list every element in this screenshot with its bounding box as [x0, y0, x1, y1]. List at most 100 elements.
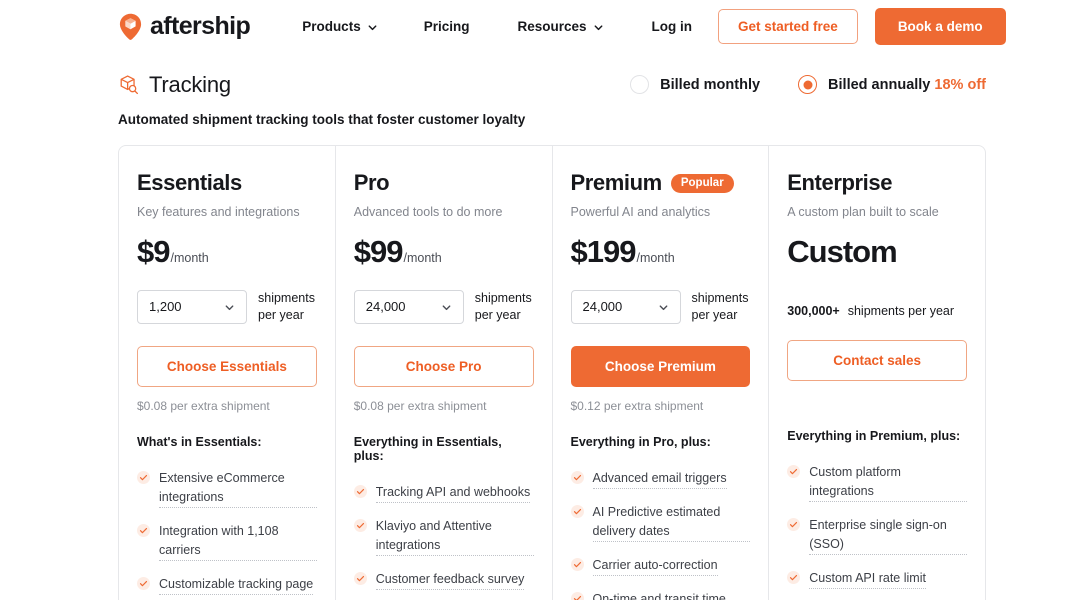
- feature-label: Carrier auto-correction: [592, 556, 718, 576]
- choose-plan-button-pro[interactable]: Choose Pro: [353, 345, 534, 387]
- features-heading: Everything in Essentials, plus:: [353, 434, 502, 463]
- list-item: Klaviyo and Attentive integrations: [353, 517, 534, 556]
- page-header: Tracking Automated shipment tracking too…: [0, 52, 1080, 127]
- feature-label: Integration with 1,108 carriers: [159, 522, 317, 561]
- extra-shipment-price: [787, 393, 967, 408]
- login-link[interactable]: Log in: [626, 19, 719, 34]
- check-icon: [570, 470, 584, 484]
- check-icon: [570, 591, 584, 600]
- plan-card-premium: Premium Popular Powerful AI and analytic…: [553, 146, 770, 600]
- get-started-free-button[interactable]: Get started free: [718, 8, 858, 44]
- plan-description: Key features and integrations: [137, 205, 300, 219]
- plan-price-row: $99 /month: [353, 234, 534, 269]
- plan-price: Custom: [787, 234, 897, 269]
- plan-name: Pro: [353, 170, 390, 195]
- billing-option-monthly[interactable]: Billed monthly: [630, 75, 760, 94]
- feature-label: Customizable tracking page: [159, 575, 314, 595]
- check-icon: [787, 464, 801, 478]
- shipments-volume-note: shipments per year: [474, 291, 532, 322]
- primary-nav: Products Pricing Resources: [278, 19, 625, 34]
- choose-plan-button-premium[interactable]: Choose Premium: [570, 345, 751, 387]
- shipments-volume-note: shipments per year: [691, 291, 749, 322]
- aftership-pin-box-logo-icon: [118, 13, 143, 40]
- feature-label: Custom platform integrations: [809, 463, 967, 502]
- chevron-down-icon: [367, 21, 377, 30]
- feature-label: Custom API rate limit: [809, 569, 926, 589]
- plan-card-pro: Pro Advanced tools to do more $99 /month…: [336, 146, 553, 600]
- plan-price-row: Custom: [787, 234, 967, 269]
- extra-shipment-price: $0.12 per extra shipment: [570, 398, 704, 413]
- feature-label: Advanced email triggers: [592, 469, 727, 489]
- billing-discount-badge: 18% off: [934, 76, 986, 93]
- nav-item-resources-label: Resources: [517, 18, 587, 34]
- nav-item-pricing[interactable]: Pricing: [400, 19, 494, 34]
- shipments-volume-select[interactable]: 1,200: [137, 289, 247, 324]
- brand-logo[interactable]: aftership: [118, 13, 251, 40]
- plan-price-row: $9 /month: [137, 235, 317, 269]
- plan-header: Premium Popular: [571, 170, 751, 196]
- radio-monthly-icon[interactable]: [630, 75, 650, 94]
- plan-name: Essentials: [137, 170, 242, 195]
- plan-header: Enterprise: [787, 170, 967, 196]
- list-item: Carrier auto-correction: [570, 556, 751, 576]
- plan-volume-row: 1,200 shipments per year: [137, 289, 317, 324]
- check-icon: [787, 570, 801, 584]
- nav-item-resources[interactable]: Resources: [493, 19, 625, 34]
- check-icon: [787, 517, 801, 531]
- check-icon: [353, 518, 367, 532]
- status-badge-popular: Popular: [670, 173, 734, 193]
- list-item: Custom platform integrations: [787, 463, 967, 502]
- nav-item-pricing-label: Pricing: [423, 18, 470, 34]
- shipments-volume-select[interactable]: 24,000: [570, 289, 681, 324]
- plan-price-row: $199 /month: [571, 235, 751, 269]
- package-tracking-icon: [118, 74, 140, 96]
- shipments-volume-value: 24,000: [582, 299, 623, 315]
- list-item: Extensive eCommerce integrations: [137, 469, 317, 508]
- check-icon: [570, 504, 584, 518]
- list-item: AI Predictive estimated delivery dates: [570, 503, 751, 542]
- top-navbar: aftership Products Pricing Resources Log…: [0, 0, 1080, 52]
- plan-name: Enterprise: [787, 170, 893, 195]
- feature-label: Customer feedback survey: [375, 570, 525, 590]
- chevron-down-icon: [441, 301, 452, 312]
- features-heading: Everything in Pro, plus:: [570, 434, 711, 449]
- features-list: Tracking API and webhooks Klaviyo and At…: [353, 483, 534, 600]
- chevron-down-icon: [224, 301, 235, 312]
- radio-annually-icon[interactable]: [798, 75, 818, 94]
- check-icon: [137, 576, 150, 590]
- plan-volume-row: 24,000 shipments per year: [570, 289, 751, 324]
- enterprise-volume-value: 300,000+: [787, 303, 840, 318]
- pricing-plans-table: Essentials Key features and integrations…: [118, 145, 986, 600]
- extra-shipment-price: $0.08 per extra shipment: [353, 398, 487, 413]
- check-icon: [137, 523, 150, 537]
- choose-plan-button-essentials[interactable]: Choose Essentials: [137, 345, 317, 387]
- shipments-volume-value: 24,000: [365, 299, 406, 315]
- enterprise-volume-row: 300,000+ shipments per year: [787, 304, 967, 318]
- feature-label: Klaviyo and Attentive integrations: [375, 517, 534, 556]
- list-item: Customer feedback survey: [353, 570, 534, 590]
- feature-label: Tracking API and webhooks: [375, 483, 531, 503]
- enterprise-volume-note: shipments per year: [847, 303, 955, 318]
- contact-sales-button[interactable]: Contact sales: [787, 339, 967, 381]
- billing-option-annually[interactable]: Billed annually 18% off: [798, 75, 986, 94]
- plan-description: Powerful AI and analytics: [570, 205, 711, 219]
- list-item: Enterprise single sign-on (SSO): [787, 516, 967, 555]
- feature-label: Extensive eCommerce integrations: [159, 469, 317, 508]
- feature-label: On-time and transit time: [593, 590, 726, 600]
- plan-price-unit: /month: [636, 251, 675, 265]
- list-item: Tracking API and webhooks: [353, 483, 534, 503]
- plan-description: A custom plan built to scale: [787, 205, 939, 219]
- chevron-down-icon: [658, 301, 669, 312]
- page-title: Tracking: [149, 72, 231, 97]
- list-item: Custom API rate limit: [787, 569, 967, 589]
- plan-card-enterprise: Enterprise A custom plan built to scale …: [769, 146, 985, 600]
- plan-volume-row: 24,000 shipments per year: [353, 289, 534, 324]
- book-a-demo-button[interactable]: Book a demo: [874, 7, 1006, 45]
- plan-card-essentials: Essentials Key features and integrations…: [119, 146, 336, 600]
- check-icon: [137, 470, 150, 484]
- plan-price: $99: [353, 234, 404, 269]
- nav-item-products[interactable]: Products: [278, 19, 400, 34]
- features-list: Extensive eCommerce integrations Integra…: [137, 469, 317, 600]
- shipments-volume-select[interactable]: 24,000: [353, 289, 464, 324]
- page-subtitle: Automated shipment tracking tools that f…: [118, 112, 526, 127]
